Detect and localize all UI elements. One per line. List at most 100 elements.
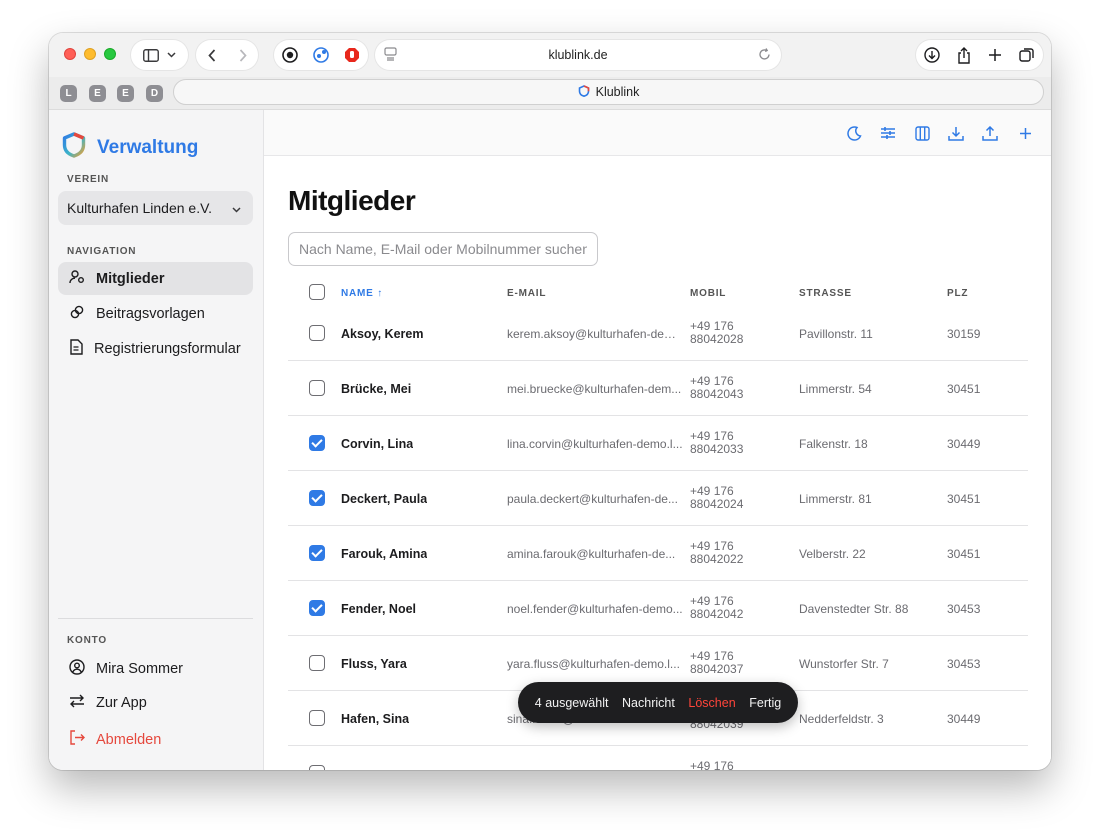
pinned-tab-l[interactable]: L (60, 85, 77, 102)
message-button[interactable]: Nachricht (622, 696, 675, 710)
share-icon[interactable] (957, 46, 971, 64)
row-checkbox[interactable] (309, 545, 325, 561)
sidebar-item-mitglieder[interactable]: Mitglieder (58, 262, 253, 295)
column-header-zip[interactable]: PLZ (947, 288, 968, 299)
table-row[interactable]: Brücke, Mei mei.bruecke@kulturhafen-dem..… (288, 361, 1028, 416)
sidebar-divider (58, 618, 253, 619)
upload-icon[interactable] (980, 123, 1000, 143)
logout-icon (69, 730, 85, 749)
sidebar-item-profile[interactable]: Mira Sommer (58, 652, 253, 685)
row-checkbox[interactable] (309, 490, 325, 506)
add-icon[interactable] (1015, 123, 1035, 143)
member-email: paula.deckert@kulturhafen-de... (507, 492, 678, 506)
brand-title: Verwaltung (97, 136, 199, 158)
delete-button[interactable]: Löschen (688, 696, 735, 710)
shield-logo-icon (61, 132, 87, 163)
sidebar-item-registrierungsformular[interactable]: Registrierungsformular (58, 332, 253, 365)
history-nav (196, 40, 258, 70)
back-icon[interactable] (207, 48, 216, 62)
column-header-name[interactable]: NAME ↑ (341, 288, 383, 299)
member-mobile: +49 176 88042022 (690, 540, 780, 566)
browser-toolbar: klublink.de (49, 33, 1051, 77)
member-mobile-number: 88042042 (690, 607, 744, 621)
brand[interactable]: Verwaltung (61, 132, 198, 163)
selection-count: 4 ausgewählt (534, 695, 609, 710)
tab-overview-icon[interactable] (1018, 47, 1035, 63)
logout-button[interactable]: Abmelden (58, 723, 253, 756)
row-checkbox[interactable] (309, 710, 325, 726)
member-street: Wunstorfer Str. 7 (799, 657, 889, 671)
column-header-mobile[interactable]: MOBIL (690, 288, 726, 299)
sidebar-toggle-button[interactable] (131, 40, 188, 70)
sidebar-icon (143, 48, 159, 62)
main-panel: Mitglieder NAME ↑ E-MAIL MOBIL STRASSE P… (264, 110, 1051, 770)
browser-window: klublink.de L E E D Klublink Verwaltung … (49, 33, 1051, 770)
member-street: Pavillonstr. 11 (799, 327, 873, 341)
row-checkbox[interactable] (309, 435, 325, 451)
select-all-checkbox[interactable] (309, 284, 325, 300)
privacy-extension-icon[interactable] (313, 47, 329, 63)
row-checkbox[interactable] (309, 765, 325, 770)
member-name: Deckert, Paula (341, 492, 428, 506)
new-tab-icon[interactable] (988, 48, 1002, 62)
verein-label: VEREIN (67, 174, 110, 185)
column-header-street[interactable]: STRASSE (799, 288, 852, 299)
pinned-tab-e1[interactable]: E (89, 85, 106, 102)
member-zip: 30449 (947, 712, 981, 726)
active-tab[interactable]: Klublink (173, 79, 1044, 105)
member-name: Fender, Noel (341, 602, 417, 616)
pinned-tab-d[interactable]: D (146, 85, 163, 102)
table-row[interactable]: Deckert, Paula paula.deckert@kulturhafen-… (288, 471, 1028, 526)
tab-title: Klublink (595, 85, 640, 99)
search-input[interactable] (288, 232, 598, 266)
member-mobile-number: 88042028 (690, 332, 744, 346)
table-row[interactable]: Aksoy, Kerem kerem.aksoy@kulturhafen-dem.… (288, 306, 1028, 361)
zoom-window-button[interactable] (104, 48, 116, 60)
sidebar-item-label: Registrierungsformular (94, 340, 241, 357)
columns-icon[interactable] (912, 123, 932, 143)
address-bar[interactable]: klublink.de (375, 40, 781, 70)
sidebar-item-zur-app[interactable]: Zur App (58, 686, 253, 719)
toolbar-actions (916, 40, 1043, 70)
dark-mode-icon[interactable] (844, 123, 864, 143)
pinned-tab-e2[interactable]: E (117, 85, 134, 102)
document-icon (69, 338, 83, 359)
reload-icon[interactable] (758, 48, 771, 61)
forward-icon[interactable] (239, 48, 247, 62)
minimize-window-button[interactable] (84, 48, 96, 60)
row-checkbox[interactable] (309, 655, 325, 671)
column-header-email[interactable]: E-MAIL (507, 288, 546, 299)
member-mobile-number: 88042033 (690, 442, 744, 456)
download-icon[interactable] (946, 123, 966, 143)
sidebar-item-label: Beitragsvorlagen (96, 305, 205, 322)
member-email: yara.fluss@kulturhafen-demo.l... (507, 657, 680, 671)
navigation-label: NAVIGATION (67, 246, 137, 257)
blocker-extension-icon[interactable] (344, 47, 360, 63)
row-checkbox[interactable] (309, 380, 325, 396)
member-zip: 30453 (947, 602, 981, 616)
sidebar-item-beitragsvorlagen[interactable]: Beitragsvorlagen (58, 297, 253, 330)
sidebar-item-label: Mitglieder (96, 270, 165, 287)
table-row[interactable]: Corvin, Lina lina.corvin@kulturhafen-demo… (288, 416, 1028, 471)
row-checkbox[interactable] (309, 600, 325, 616)
done-button[interactable]: Fertig (749, 696, 781, 710)
table-row[interactable]: +49 176 (288, 746, 1028, 770)
switch-icon (69, 694, 85, 712)
member-street: Falkenstr. 18 (799, 437, 868, 451)
record-extension-icon[interactable] (281, 47, 298, 63)
close-window-button[interactable] (64, 48, 76, 60)
downloads-icon[interactable] (924, 47, 941, 63)
member-email: amina.farouk@kulturhafen-de... (507, 547, 676, 561)
member-mobile-number: 88042037 (690, 662, 744, 676)
member-street: Davenstedter Str. 88 (799, 602, 909, 616)
member-zip: 30451 (947, 547, 981, 561)
club-select[interactable]: Kulturhafen Linden e.V. (58, 191, 253, 225)
member-zip: 30451 (947, 492, 981, 506)
member-email: noel.fender@kulturhafen-demo... (507, 602, 683, 616)
row-checkbox[interactable] (309, 325, 325, 341)
member-name: Fluss, Yara (341, 657, 407, 671)
filter-sliders-icon[interactable] (878, 123, 898, 143)
klublink-favicon-icon (578, 84, 590, 100)
table-row[interactable]: Fender, Noel noel.fender@kulturhafen-demo… (288, 581, 1028, 636)
table-row[interactable]: Farouk, Amina amina.farouk@kulturhafen-de… (288, 526, 1028, 581)
